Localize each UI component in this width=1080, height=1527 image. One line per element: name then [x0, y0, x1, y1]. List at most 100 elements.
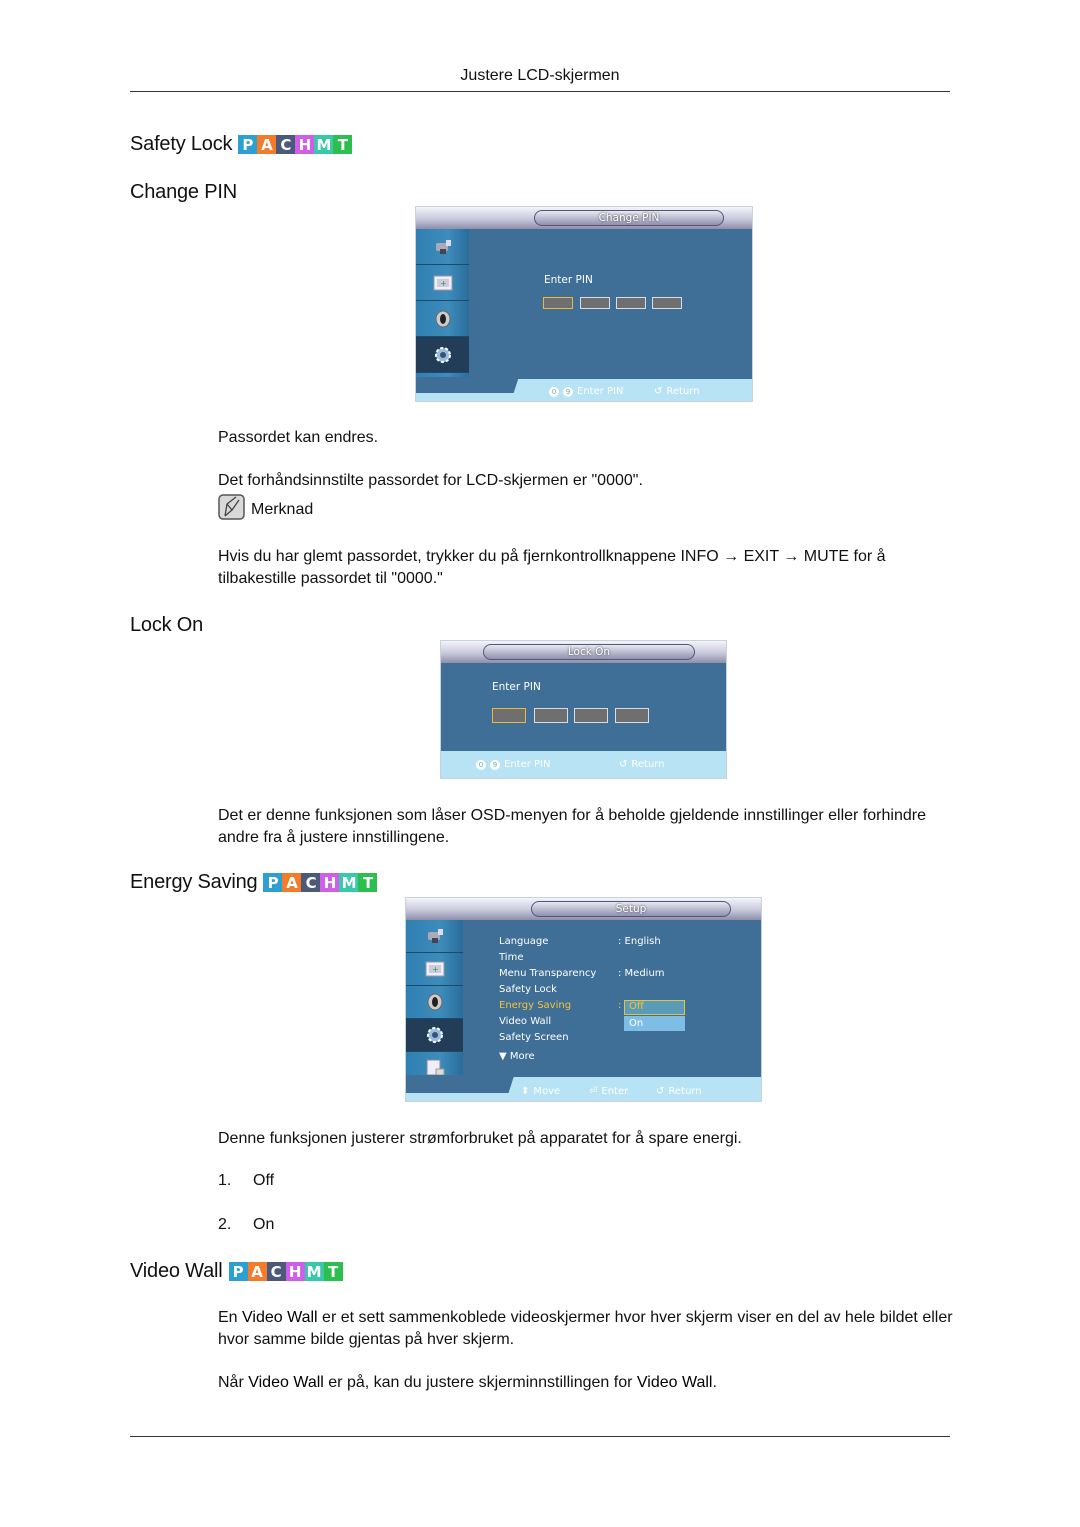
osd-change-pin: Change PIN + Enter PIN 09 Enter PIN ↺ Ret… — [415, 206, 753, 402]
badge-letter-a: A — [282, 873, 302, 892]
osd-title: Change PIN — [534, 210, 724, 226]
svg-text:+: + — [432, 965, 439, 974]
paragraph: Det forhåndsinnstilte passordet for LCD-… — [218, 472, 643, 489]
footer-action-label: Enter PIN — [577, 386, 624, 397]
paragraph: Det er denne funksjonen som låser OSD-me… — [218, 807, 926, 846]
term-video-wall: Video Wall — [636, 1374, 713, 1391]
badge-letter-t: T — [358, 873, 378, 892]
setup-menu-item[interactable]: Energy Saving — [499, 1000, 571, 1011]
term-video-wall: Video Wall — [248, 1374, 324, 1391]
pin-digit-3[interactable] — [616, 297, 646, 309]
badge-letter-p: P — [263, 873, 283, 892]
sound-icon[interactable] — [416, 301, 469, 337]
paragraph: En Video Wall er et sett sammenkoblede v… — [218, 1309, 953, 1348]
heading-energy-saving: Energy Saving PACHMT — [130, 871, 378, 894]
osd-sidebar: + — [406, 920, 463, 1085]
osd-footer-move: ⬍ Move — [521, 1086, 561, 1097]
dropdown-option-off[interactable]: Off — [624, 1000, 685, 1015]
option-on-label: On — [253, 1216, 275, 1233]
badge-letter-p: P — [228, 1262, 248, 1281]
picture-icon[interactable]: + — [416, 265, 469, 301]
heading-video-wall: Video Wall PACHMT — [130, 1260, 343, 1283]
osd-footer-enter-pin: 09 Enter PIN — [476, 759, 550, 770]
pin-digit-2[interactable] — [534, 708, 568, 723]
badge-letter-c: C — [301, 873, 321, 892]
setup-menu-item[interactable]: Safety Lock — [499, 984, 557, 995]
osd-footer-enter[interactable]: ⏎ Enter — [589, 1086, 628, 1097]
heading-lock-on-text: Lock On — [130, 614, 204, 636]
paragraph: Denne funksjonen justerer strømforbruket… — [218, 1130, 742, 1147]
badge-letter-t: T — [333, 135, 353, 154]
setup-menu-item[interactable]: ▼ More — [499, 1051, 535, 1062]
setup-menu-item[interactable]: Language — [499, 936, 548, 947]
setup-menu-item[interactable]: Video Wall — [499, 1016, 551, 1027]
badge-letter-m: M — [339, 873, 359, 892]
setup-menu-item-value: : English — [618, 936, 661, 947]
digit-0-icon: 0 — [549, 386, 559, 397]
digit-9-icon: 9 — [563, 386, 573, 397]
heading-change-pin: Change PIN — [130, 181, 237, 204]
pin-digit-2[interactable] — [580, 297, 610, 309]
osd-footer-enter-pin: 09 Enter PIN — [549, 386, 623, 397]
badge-letter-h: H — [295, 135, 315, 154]
setup-menu-item[interactable]: Safety Screen — [499, 1032, 569, 1043]
setup-menu-item[interactable]: Menu Transparency — [499, 968, 596, 979]
paragraph: Passordet kan endres. — [218, 429, 379, 446]
enter-icon: ⏎ — [589, 1086, 598, 1097]
sound-icon[interactable] — [406, 986, 463, 1019]
note-label: Merknad — [251, 501, 314, 518]
note-pencil-icon — [218, 494, 245, 520]
input-icon[interactable] — [416, 229, 469, 265]
osd-setup: Setup + Language: English Time Menu Transp… — [405, 897, 762, 1102]
note-header: Merknad — [218, 494, 313, 520]
badge-letter-a: A — [257, 135, 277, 154]
setup-menu-item-value: : Medium — [618, 968, 665, 979]
badge-letter-t: T — [323, 1262, 343, 1281]
osd-lock-on: Lock On Enter PIN 09 Enter PIN ↺ Return — [440, 640, 727, 779]
badge-letter-p: P — [238, 135, 258, 154]
heading-safety-lock: Safety Lock PACHMT — [130, 133, 353, 156]
enter-pin-prompt: Enter PIN — [492, 681, 541, 693]
osd-sidebar: + — [416, 229, 469, 398]
osd-footer-return[interactable]: ↺ Return — [656, 1086, 702, 1097]
badge-letter-h: H — [285, 1262, 305, 1281]
header-divider — [130, 91, 950, 92]
page-header-title: Justere LCD-skjermen — [460, 67, 620, 84]
option-list-item: 2. On — [218, 1216, 275, 1233]
term-video-wall: Video Wall — [242, 1309, 318, 1326]
pin-digit-3[interactable] — [574, 708, 608, 723]
badge-letter-a: A — [247, 1262, 267, 1281]
badge-letter-h: H — [320, 873, 340, 892]
paragraph: Når Video Wall er på, kan du justere skj… — [218, 1374, 717, 1391]
badge-letter-m: M — [304, 1262, 324, 1281]
product-badge: PACHMT — [228, 1262, 343, 1281]
svg-text:+: + — [440, 279, 447, 288]
pin-digit-1[interactable] — [492, 708, 526, 723]
footer-action-label: Enter PIN — [504, 759, 551, 770]
setup-icon[interactable] — [406, 1019, 463, 1052]
heading-video-wall-text: Video Wall — [130, 1260, 223, 1282]
heading-safety-lock-text: Safety Lock — [130, 133, 233, 155]
digit-9-icon: 9 — [490, 759, 500, 770]
osd-footer-return[interactable]: ↺ Return — [654, 386, 700, 397]
return-icon: ↺ — [654, 386, 663, 397]
badge-letter-c: C — [266, 1262, 286, 1281]
setup-menu-item[interactable]: Time — [499, 952, 523, 963]
picture-icon[interactable]: + — [406, 953, 463, 986]
heading-lock-on: Lock On — [130, 614, 203, 637]
option-list-item: 1. Off — [218, 1172, 275, 1189]
setup-menu-item-value: : — [618, 1000, 622, 1011]
input-icon[interactable] — [406, 920, 463, 953]
digit-0-icon: 0 — [476, 759, 486, 770]
dropdown-option-on[interactable]: On — [624, 1016, 685, 1031]
updown-arrow-icon: ⬍ — [521, 1086, 530, 1097]
pin-digit-4[interactable] — [615, 708, 649, 723]
heading-change-pin-text: Change PIN — [130, 181, 237, 203]
pin-digit-1[interactable] — [543, 297, 573, 309]
return-icon: ↺ — [656, 1086, 665, 1097]
note-text: Hvis du har glemt passordet, trykker du … — [218, 548, 886, 587]
product-badge: PACHMT — [238, 135, 353, 154]
osd-footer-return[interactable]: ↺ Return — [619, 759, 665, 770]
pin-digit-4[interactable] — [652, 297, 682, 309]
setup-icon[interactable] — [416, 337, 469, 373]
